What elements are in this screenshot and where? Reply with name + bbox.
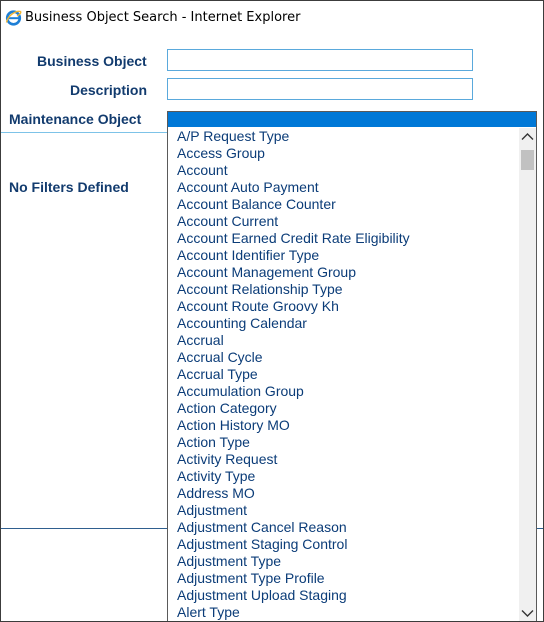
dropdown-option[interactable]: Action Type: [168, 434, 518, 451]
dropdown-option[interactable]: Account Earned Credit Rate Eligibility: [168, 230, 518, 247]
scroll-thumb[interactable]: [521, 150, 534, 170]
description-label: Description: [70, 82, 148, 98]
divider: [1, 132, 167, 133]
dropdown-option[interactable]: Activity Request: [168, 451, 518, 468]
dropdown-option[interactable]: Activity Type: [168, 468, 518, 485]
internet-explorer-icon: [5, 10, 22, 26]
maintenance-object-label: Maintenance Object: [9, 111, 142, 127]
scroll-up-icon[interactable]: [519, 128, 536, 145]
dropdown-option[interactable]: A/P Request Type: [168, 128, 518, 145]
dropdown-option[interactable]: Account Identifier Type: [168, 247, 518, 264]
business-object-input[interactable]: [167, 49, 473, 71]
dropdown-option[interactable]: Account Management Group: [168, 264, 518, 281]
dropdown-option[interactable]: Account Current: [168, 213, 518, 230]
dropdown-option[interactable]: Accrual: [168, 332, 518, 349]
dropdown-option[interactable]: Alert Type: [168, 604, 518, 621]
dropdown-option[interactable]: Account Relationship Type: [168, 281, 518, 298]
dropdown-option[interactable]: Adjustment Upload Staging: [168, 587, 518, 604]
selected-option[interactable]: [168, 112, 536, 127]
scroll-down-icon[interactable]: [519, 605, 536, 621]
dropdown-option[interactable]: Account Auto Payment: [168, 179, 518, 196]
dropdown-option[interactable]: Accrual Cycle: [168, 349, 518, 366]
maintenance-object-dropdown-list[interactable]: A/P Request Type Access Group Account Accou…: [167, 111, 537, 621]
window-title: Business Object Search - Internet Explor…: [25, 10, 301, 25]
dropdown-option[interactable]: Account Route Groovy Kh: [168, 298, 518, 315]
dropdown-option[interactable]: Adjustment Staging Control: [168, 536, 518, 553]
title-bar: Business Object Search - Internet Explor…: [1, 1, 543, 35]
dropdown-option[interactable]: Adjustment Type: [168, 553, 518, 570]
dropdown-option[interactable]: Accounting Calendar: [168, 315, 518, 332]
dropdown-option[interactable]: Address MO: [168, 485, 518, 502]
dropdown-option[interactable]: Action Category: [168, 400, 518, 417]
dropdown-option[interactable]: Accumulation Group: [168, 383, 518, 400]
dropdown-option[interactable]: Action History MO: [168, 417, 518, 434]
no-filters-text: No Filters Defined: [9, 179, 129, 195]
description-input[interactable]: [167, 78, 473, 100]
dropdown-option[interactable]: Adjustment Cancel Reason: [168, 519, 518, 536]
dropdown-scrollbar[interactable]: [519, 128, 536, 621]
business-object-label: Business Object: [37, 53, 147, 69]
browser-window: Business Object Search - Internet Explor…: [0, 0, 544, 622]
dropdown-option[interactable]: Account Balance Counter: [168, 196, 518, 213]
dropdown-option[interactable]: Adjustment: [168, 502, 518, 519]
dropdown-options: A/P Request Type Access Group Account Accou…: [168, 128, 518, 621]
search-form: Business Object Description Maintenance …: [1, 35, 543, 621]
dropdown-option[interactable]: Account: [168, 162, 518, 179]
dropdown-option[interactable]: Accrual Type: [168, 366, 518, 383]
dropdown-option[interactable]: Access Group: [168, 145, 518, 162]
dropdown-option[interactable]: Adjustment Type Profile: [168, 570, 518, 587]
